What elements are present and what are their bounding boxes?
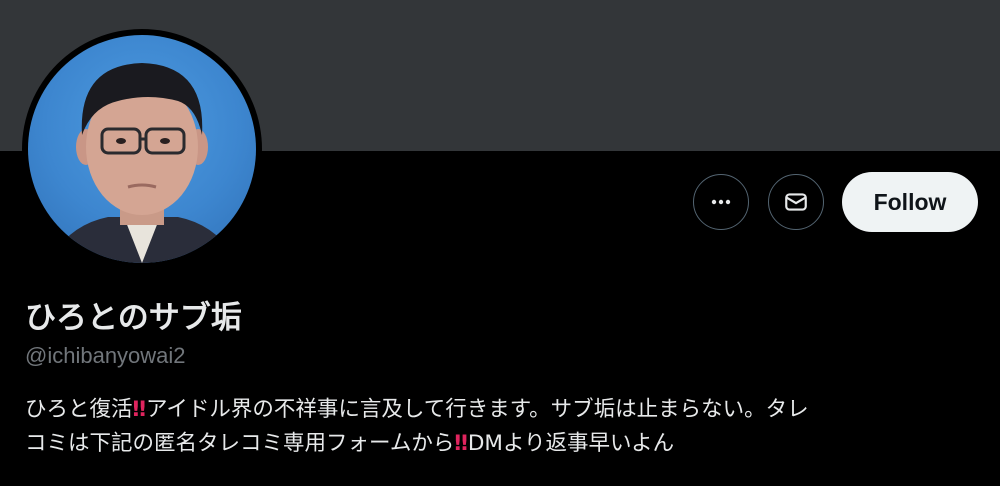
avatar-photo xyxy=(48,63,238,263)
bio-line-1: ひろと復活‼ アイドル界の不祥事に言及して行きます。サブ垢は止まらない。タレ xyxy=(25,393,975,427)
follow-button[interactable]: Follow xyxy=(842,172,978,232)
profile-bio: ひろと復活‼ アイドル界の不祥事に言及して行きます。サブ垢は止まらない。タレ コミ… xyxy=(25,393,975,461)
bio-text: アイドル界の不祥事に言及して行きます。サブ垢は止まらない。タレ xyxy=(146,397,809,422)
message-button[interactable] xyxy=(768,174,824,230)
bio-text: DMより返事早いよん xyxy=(467,431,675,456)
envelope-icon xyxy=(785,193,807,211)
bio-line-2: コミは下記の匿名タレコミ専用フォームから‼ DMより返事早いよん xyxy=(25,427,975,461)
double-exclamation-emoji: ‼ xyxy=(132,397,147,422)
bio-text: ひろと復活 xyxy=(25,397,133,422)
more-options-button[interactable] xyxy=(693,174,749,230)
double-exclamation-emoji: ‼ xyxy=(454,431,468,456)
display-name: ひろとのサブ垢 xyxy=(25,300,242,336)
bio-text: コミは下記の匿名タレコミ専用フォームから xyxy=(25,431,455,456)
user-handle: @ichibanyowai2 xyxy=(25,343,186,368)
more-horizontal-icon xyxy=(711,199,731,205)
avatar[interactable] xyxy=(28,35,256,263)
